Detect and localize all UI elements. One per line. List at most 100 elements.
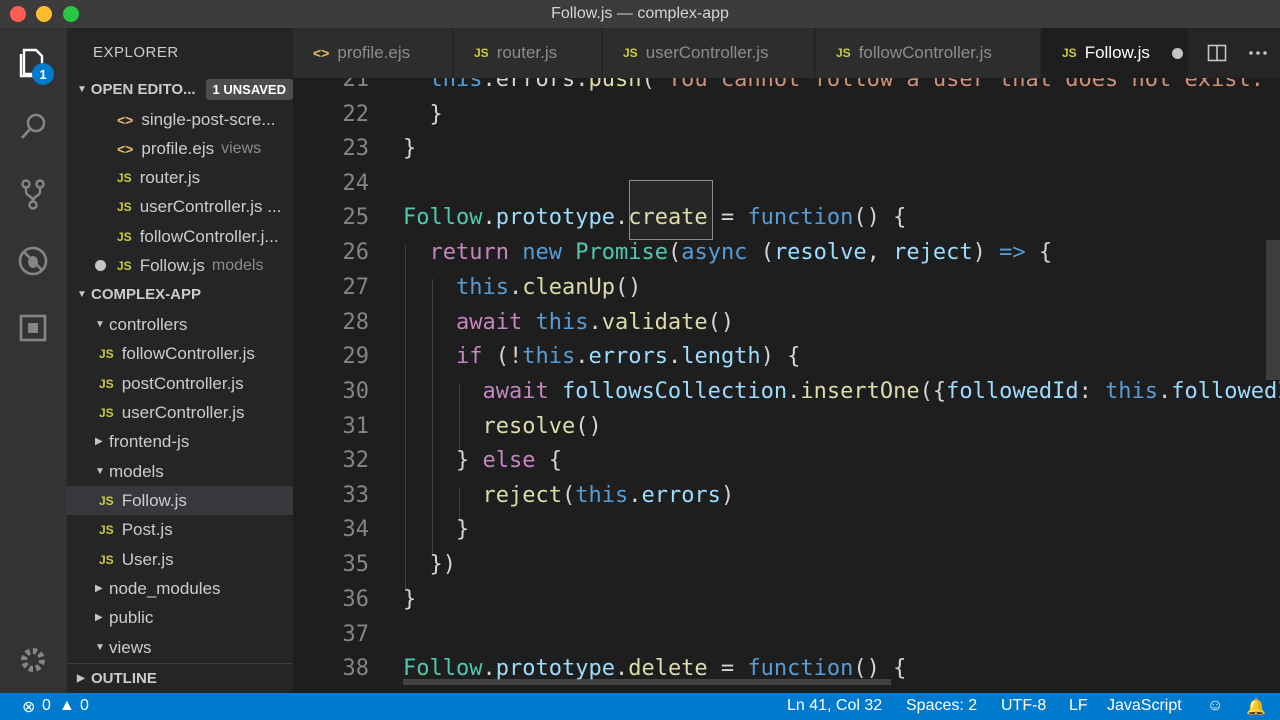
gear-icon[interactable]: [13, 640, 53, 680]
tree-file[interactable]: JS followController.js: [67, 339, 293, 368]
project-section[interactable]: ▼ COMPLEX-APP: [67, 280, 293, 309]
file-name: User.js: [121, 549, 174, 569]
tree-folder[interactable]: ▶ node_modules: [67, 574, 293, 603]
code-line: 24: [293, 166, 1280, 201]
cursor-position[interactable]: Ln 41, Col 32: [787, 697, 882, 715]
notifications-bell-icon[interactable]: 🔔: [1246, 697, 1266, 717]
source-control-icon[interactable]: [13, 174, 53, 214]
code-line: 25 Follow.prototype.create = function() {: [293, 200, 1280, 235]
activity-bar: 1: [0, 28, 67, 693]
warning-icon[interactable]: ▲: [59, 697, 75, 715]
project-label: COMPLEX-APP: [91, 286, 202, 303]
open-editor-item[interactable]: JS followController.j...: [67, 222, 293, 251]
split-editor-icon[interactable]: [1207, 28, 1227, 78]
code-line: 31 resolve(): [293, 409, 1280, 444]
window-title: Follow.js — complex-app: [551, 5, 729, 22]
code-editor[interactable]: 21 this.errors.push("You cannot follow a…: [293, 78, 1280, 693]
error-icon[interactable]: ⊗: [22, 697, 35, 717]
open-editor-item-active[interactable]: JS Follow.js models: [67, 251, 293, 280]
extensions-icon[interactable]: [13, 308, 53, 348]
language-mode[interactable]: JavaScript: [1107, 697, 1182, 715]
folder-name: controllers: [109, 314, 188, 334]
code-line: 32 } else {: [293, 443, 1280, 478]
code-line: 34 }: [293, 512, 1280, 547]
unsaved-dot-icon[interactable]: [1171, 47, 1183, 59]
code-line: 30 await followsCollection.insertOne({fo…: [293, 374, 1280, 409]
open-editor-item[interactable]: JS router.js: [67, 163, 293, 192]
line-number: 28: [342, 310, 370, 335]
outline-label: OUTLINE: [91, 669, 157, 687]
open-editor-item[interactable]: <> single-post-scre...: [67, 105, 293, 134]
chevron-right-icon: ▶: [77, 672, 85, 684]
line-number: 21: [342, 78, 370, 92]
file-name: followController.js: [121, 343, 255, 363]
code-text: } else {: [403, 448, 562, 473]
tree-folder[interactable]: ▼ controllers: [67, 310, 293, 339]
horizontal-scrollbar[interactable]: [403, 679, 891, 685]
tree-file[interactable]: JS User.js: [67, 545, 293, 574]
js-file-icon: JS: [836, 46, 851, 60]
tree-file[interactable]: JS Post.js: [67, 515, 293, 544]
tree-file-selected[interactable]: JS Follow.js: [67, 486, 293, 515]
line-number: 33: [342, 483, 370, 508]
tree-file[interactable]: JS postController.js: [67, 369, 293, 398]
folder-name: views: [109, 637, 152, 657]
js-file-icon: JS: [99, 522, 114, 537]
line-ending[interactable]: LF: [1069, 697, 1088, 715]
more-actions-icon[interactable]: [1248, 28, 1268, 78]
js-file-icon: JS: [117, 229, 132, 244]
code-line: 36}: [293, 582, 1280, 617]
code-line: 27 this.cleanUp(): [293, 270, 1280, 305]
tab-profile-ejs[interactable]: <> profile.ejs: [293, 28, 453, 78]
error-count[interactable]: 0: [42, 697, 51, 715]
file-name: postController.js: [121, 373, 244, 393]
tab-label: router.js: [496, 43, 558, 62]
ejs-file-icon: <>: [313, 45, 330, 61]
open-editor-item[interactable]: <> profile.ejs views: [67, 134, 293, 163]
chevron-down-icon: ▼: [95, 319, 105, 330]
outline-section[interactable]: ▶ OUTLINE: [67, 663, 293, 692]
tab-followcontroller-js[interactable]: JS followController.js: [816, 28, 1041, 78]
open-editors-label: OPEN EDITO...: [90, 81, 196, 98]
open-editor-item[interactable]: JS userController.js ...: [67, 192, 293, 221]
search-icon[interactable]: [13, 107, 53, 147]
tree-folder[interactable]: ▶ public: [67, 603, 293, 632]
tab-follow-js[interactable]: JS Follow.js: [1042, 28, 1189, 78]
explorer-badge: 1: [32, 63, 54, 85]
debug-icon[interactable]: [13, 241, 53, 281]
tab-label: userController.js: [645, 43, 769, 62]
encoding[interactable]: UTF-8: [1001, 697, 1046, 715]
tab-label: Follow.js: [1084, 43, 1150, 62]
chevron-right-icon: ▶: [95, 612, 103, 623]
js-file-icon: JS: [99, 346, 114, 361]
line-number: 26: [342, 240, 370, 265]
line-number: 22: [342, 102, 370, 127]
tree-folder[interactable]: ▼ models: [67, 457, 293, 486]
line-number: 25: [342, 205, 370, 230]
chevron-down-icon: ▼: [77, 84, 87, 95]
folder-name: frontend-js: [109, 431, 190, 451]
line-number: 32: [342, 448, 370, 473]
tree-file[interactable]: JS userController.js: [67, 398, 293, 427]
tab-router-js[interactable]: JS router.js: [454, 28, 602, 78]
warning-count[interactable]: 0: [80, 697, 89, 715]
folder-name: public: [109, 607, 154, 627]
line-number: 37: [342, 622, 370, 647]
line-number: 24: [342, 171, 370, 196]
js-file-icon: JS: [623, 46, 638, 60]
tree-folder[interactable]: ▼ views: [67, 633, 293, 662]
feedback-smiley-icon[interactable]: ☺: [1207, 697, 1223, 715]
code-line: 22 }: [293, 97, 1280, 132]
line-number: 30: [342, 379, 370, 404]
open-editors-section[interactable]: ▼ OPEN EDITO... 1 UNSAVED: [67, 75, 293, 104]
tree-folder[interactable]: ▶ frontend-js: [67, 427, 293, 456]
file-name: router.js: [139, 167, 201, 187]
js-file-icon: JS: [99, 405, 114, 420]
file-name: profile.ejs: [141, 138, 215, 158]
tab-usercontroller-js[interactable]: JS userController.js: [603, 28, 815, 78]
ejs-file-icon: <>: [117, 111, 134, 128]
indentation[interactable]: Spaces: 2: [906, 697, 977, 715]
chevron-down-icon: ▼: [95, 466, 105, 477]
unsaved-badge: 1 UNSAVED: [205, 79, 293, 100]
vertical-scrollbar[interactable]: [1266, 240, 1280, 380]
